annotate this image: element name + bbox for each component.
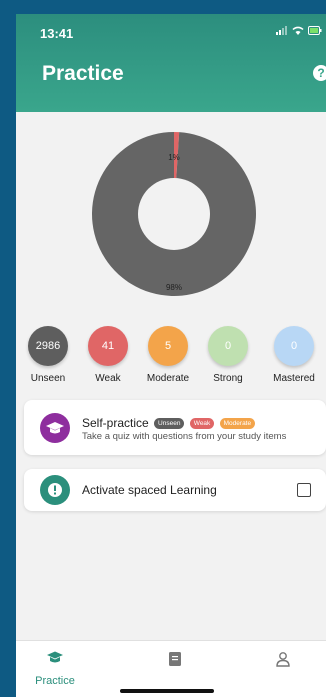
tag-moderate: Moderate <box>219 418 256 429</box>
tag-unseen: Unseen <box>154 418 185 429</box>
unseen-slice-label: 98% <box>166 283 182 292</box>
spaced-learning-checkbox[interactable] <box>297 483 311 497</box>
user-icon <box>276 652 290 667</box>
graduation-cap-icon <box>47 651 63 663</box>
stat-strong[interactable]: 0 Strong <box>198 326 258 384</box>
status-icons <box>276 26 322 35</box>
progress-donut-chart: 1% 98% <box>92 132 256 296</box>
self-practice-subtitle: Take a quiz with questions from your stu… <box>82 431 287 442</box>
count-bubble: 0 <box>274 326 314 366</box>
home-indicator <box>120 689 214 693</box>
count-bubble: 2986 <box>28 326 68 366</box>
tab-practice-label: Practice <box>35 675 75 687</box>
stat-label: Strong <box>213 373 243 384</box>
count-bubble: 5 <box>148 326 188 366</box>
self-practice-card[interactable]: Self-practice Unseen Weak Moderate Take … <box>24 400 326 455</box>
tag-weak: Weak <box>189 418 215 429</box>
donut-hole <box>138 178 210 250</box>
tab-study-items[interactable] <box>168 651 182 672</box>
stat-label: Unseen <box>30 373 66 384</box>
tab-profile[interactable] <box>275 651 291 672</box>
count-bubble: 41 <box>88 326 128 366</box>
book-icon <box>169 652 181 666</box>
stat-weak[interactable]: 41 Weak <box>78 326 138 384</box>
signal-icon <box>276 26 287 35</box>
battery-icon <box>308 26 322 35</box>
page-title: Practice <box>42 62 124 85</box>
app-screen: 13:41 Practice ? 1% 98% 2986 Unseen 41 W… <box>16 14 326 697</box>
stat-mastered[interactable]: 0 Mastered <box>264 326 324 384</box>
wifi-icon <box>292 26 304 35</box>
graduation-cap-icon <box>40 413 70 443</box>
header: 13:41 Practice ? <box>16 14 326 112</box>
spaced-learning-label: Activate spaced Learning <box>82 483 217 497</box>
self-practice-title: Self-practice <box>82 416 149 430</box>
self-practice-title-row: Self-practice Unseen Weak Moderate <box>82 416 256 430</box>
question-icon[interactable]: ? <box>313 65 326 81</box>
count-bubble: 0 <box>208 326 248 366</box>
spaced-learning-card[interactable]: Activate spaced Learning <box>24 469 326 511</box>
exclamation-icon <box>40 475 70 505</box>
stat-unseen[interactable]: 2986 Unseen <box>18 326 78 384</box>
tab-practice[interactable]: Practice <box>32 651 78 687</box>
stat-label: Weak <box>95 373 121 384</box>
weak-slice-label: 1% <box>168 153 180 162</box>
stat-label: Mastered <box>273 373 315 384</box>
stat-label: Moderate <box>146 373 190 384</box>
stat-moderate[interactable]: 5 Moderate <box>138 326 198 384</box>
status-time: 13:41 <box>40 26 74 41</box>
